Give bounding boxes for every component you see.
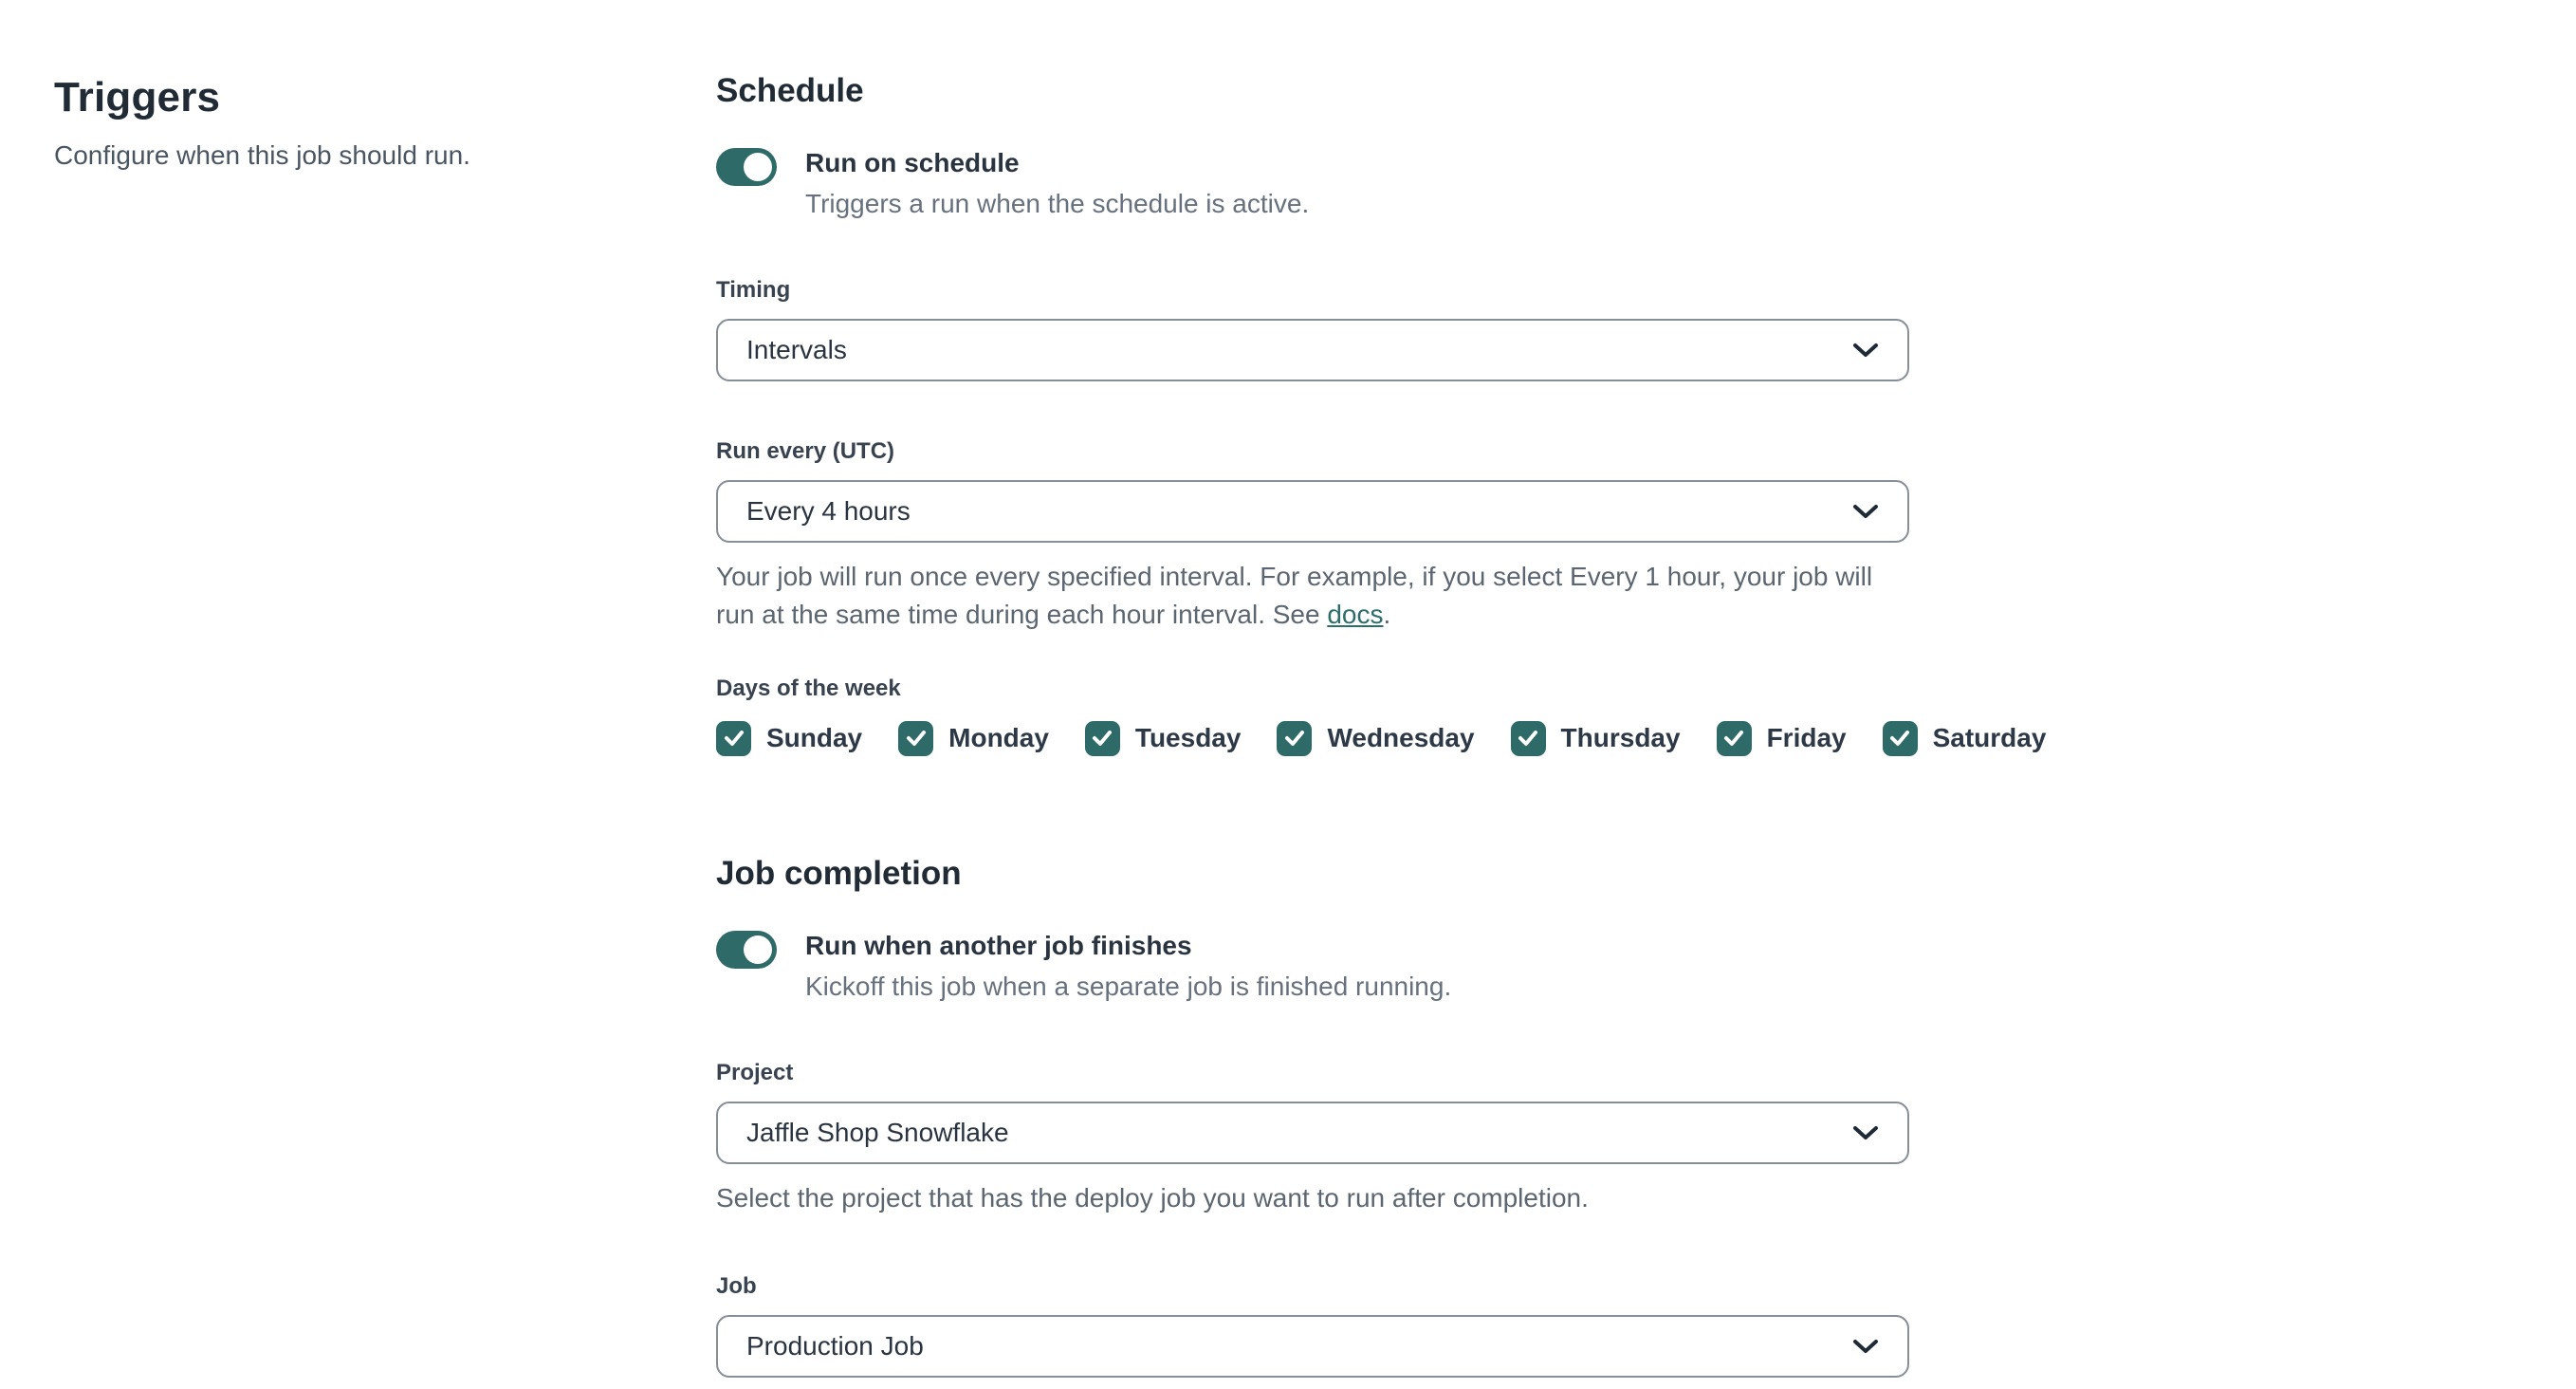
timing-selected-value: Intervals: [746, 335, 847, 364]
days-of-week-label: Days of the week: [716, 675, 901, 701]
job-completion-section-heading: Job completion: [716, 854, 962, 892]
chevron-down-icon: [1853, 505, 1878, 518]
run-when-another-job-finishes-label: Run when another job finishes: [805, 930, 1192, 960]
project-field: Project Jaffle Shop Snowflake Select the…: [716, 1060, 1909, 1217]
triggers-form: Schedule Run on schedule Triggers a run …: [716, 0, 2046, 1389]
run-when-another-job-finishes-description: Kickoff this job when a separate job is …: [805, 971, 1452, 1001]
help-text-before: Your job will run once every specified i…: [716, 562, 1873, 629]
day-checkbox-saturday[interactable]: Saturday: [1882, 720, 2047, 756]
checkbox-checked-icon: [1716, 720, 1752, 756]
run-on-schedule-description: Triggers a run when the schedule is acti…: [805, 189, 1310, 218]
run-every-label: Run every (UTC): [716, 438, 895, 464]
run-on-schedule-toggle[interactable]: [716, 148, 777, 186]
run-when-another-job-finishes-toggle[interactable]: [716, 930, 777, 969]
checkbox-checked-icon: [1882, 720, 1918, 756]
help-text-after: .: [1383, 599, 1391, 629]
day-label: Thursday: [1560, 723, 1681, 752]
days-of-week-field: Days of the week Sunday Monday Tuesday W…: [716, 675, 2046, 756]
checkbox-checked-icon: [1510, 720, 1546, 756]
day-label: Saturday: [1932, 723, 2047, 752]
toggle-knob: [744, 153, 772, 181]
job-label: Job: [716, 1273, 757, 1300]
run-every-selected-value: Every 4 hours: [746, 496, 911, 526]
timing-field: Timing Intervals: [716, 277, 1909, 381]
days-of-week-row: Sunday Monday Tuesday Wednesday Thursday: [716, 720, 2046, 756]
day-label: Monday: [948, 723, 1049, 752]
chevron-down-icon: [1853, 1340, 1878, 1354]
day-checkbox-tuesday[interactable]: Tuesday: [1084, 720, 1242, 756]
day-label: Wednesday: [1327, 723, 1475, 752]
project-selected-value: Jaffle Shop Snowflake: [746, 1117, 1009, 1147]
job-selected-value: Production Job: [746, 1331, 924, 1361]
project-label: Project: [716, 1059, 794, 1085]
run-on-schedule-label: Run on schedule: [805, 148, 1020, 177]
page-title: Triggers: [54, 74, 221, 120]
run-when-another-job-finishes-text: Run when another job finishes Kickoff th…: [805, 929, 1451, 1003]
run-when-another-job-finishes-row: Run when another job finishes Kickoff th…: [716, 929, 1909, 1003]
day-checkbox-thursday[interactable]: Thursday: [1510, 720, 1681, 756]
run-on-schedule-text: Run on schedule Triggers a run when the …: [805, 146, 1309, 220]
job-field: Job Production Job View job details.: [716, 1273, 1909, 1389]
day-label: Tuesday: [1134, 723, 1242, 752]
triggers-settings-page: Triggers Configure when this job should …: [0, 0, 2576, 1389]
day-checkbox-sunday[interactable]: Sunday: [716, 720, 863, 756]
timing-select[interactable]: Intervals: [716, 319, 1909, 381]
run-every-field: Run every (UTC) Every 4 hours Your job w…: [716, 438, 1909, 634]
schedule-section-heading: Schedule: [716, 72, 864, 109]
checkbox-checked-icon: [898, 720, 934, 756]
day-label: Sunday: [766, 723, 863, 752]
checkbox-checked-icon: [1277, 720, 1313, 756]
day-label: Friday: [1766, 723, 1847, 752]
docs-link[interactable]: docs: [1327, 600, 1383, 629]
triggers-description-panel: Triggers Configure when this job should …: [0, 0, 716, 1389]
chevron-down-icon: [1853, 343, 1878, 357]
toggle-knob: [744, 935, 772, 964]
run-every-select[interactable]: Every 4 hours: [716, 480, 1909, 543]
day-checkbox-friday[interactable]: Friday: [1716, 720, 1847, 756]
timing-label: Timing: [716, 277, 791, 303]
page-subtitle: Configure when this job should run.: [54, 140, 470, 170]
run-on-schedule-row: Run on schedule Triggers a run when the …: [716, 146, 1909, 220]
checkbox-checked-icon: [716, 720, 751, 756]
checkbox-checked-icon: [1084, 720, 1120, 756]
project-select[interactable]: Jaffle Shop Snowflake: [716, 1101, 1909, 1164]
day-checkbox-monday[interactable]: Monday: [898, 720, 1049, 756]
job-select[interactable]: Production Job: [716, 1315, 1909, 1379]
project-help-text: Select the project that has the deploy j…: [716, 1182, 1589, 1213]
day-checkbox-wednesday[interactable]: Wednesday: [1277, 720, 1475, 756]
run-every-help-text: Your job will run once every specified i…: [716, 558, 1909, 634]
chevron-down-icon: [1853, 1125, 1878, 1139]
